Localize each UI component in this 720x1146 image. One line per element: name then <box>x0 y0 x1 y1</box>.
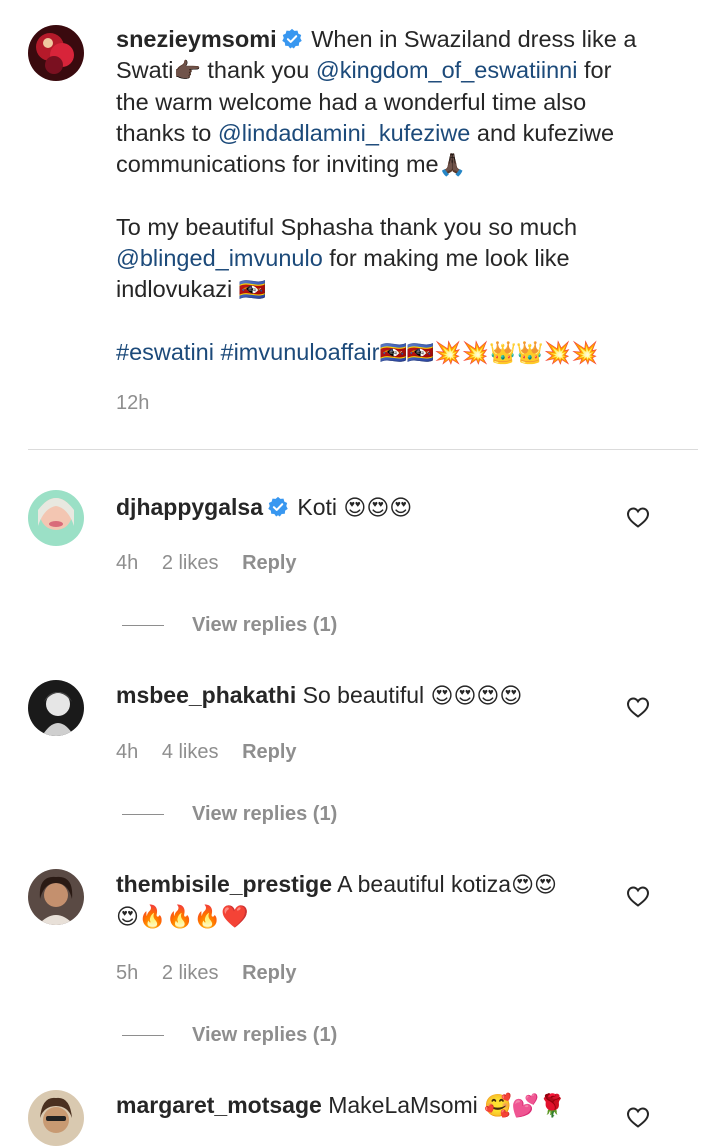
comment-likes[interactable]: 2 likes <box>162 962 219 984</box>
commenter-avatar[interactable] <box>28 680 84 736</box>
caption-text: for <box>577 57 612 83</box>
commenter-username[interactable]: thembisile_prestige <box>116 871 332 897</box>
reply-button[interactable]: Reply <box>242 962 296 984</box>
comment-text: margaret_motsage MakeLaMsomi 🥰💕🌹 <box>116 1090 596 1122</box>
emoji-text: 😍😍😍😍 <box>430 684 523 709</box>
comment-line: djhappygalsa Koti 😍😍😍 <box>116 492 596 524</box>
comment-text: djhappygalsa Koti 😍😍😍 <box>116 492 596 524</box>
comment-body-text: Koti <box>297 494 344 520</box>
emoji-text: 😍😍😍 <box>343 496 413 521</box>
view-replies-label: View replies (1) <box>192 803 338 825</box>
comment-body-text: A beautiful kotiza <box>337 871 512 897</box>
reply-button[interactable]: Reply <box>242 552 296 574</box>
caption-text: thank you <box>200 57 316 83</box>
post-caption: snezieymsomi When in Swaziland dress lik… <box>116 24 686 369</box>
post-timestamp: 12h <box>116 392 150 414</box>
like-heart-icon[interactable] <box>626 696 650 718</box>
emoji-text: 🙏🏿 <box>438 153 467 178</box>
caption-line: snezieymsomi When in Swaziland dress lik… <box>116 24 686 55</box>
emoji-text: 🇸🇿🇸🇿💥💥👑👑💥💥 <box>379 341 599 366</box>
emoji-text: 😍😍 <box>511 873 557 898</box>
caption-text: To my beautiful Sphasha thank you so muc… <box>116 214 578 240</box>
comment-time: 4h <box>116 741 139 763</box>
like-heart-icon[interactable] <box>626 506 650 528</box>
caption-line: thanks to @lindadlamini_kufeziwe and kuf… <box>116 118 686 149</box>
comment-likes[interactable]: 2 likes <box>162 552 219 574</box>
mention-link[interactable]: @blinged_imvunulo <box>116 245 323 271</box>
reply-button[interactable]: Reply <box>242 741 296 763</box>
caption-hashtags: #eswatini #imvunuloaffair🇸🇿🇸🇿💥💥👑👑💥💥 <box>116 337 686 369</box>
like-heart-icon[interactable] <box>626 1106 650 1128</box>
post-author-avatar[interactable] <box>28 25 84 81</box>
view-replies-button[interactable]: View replies (1) <box>122 803 337 826</box>
caption-text: and kufeziwe <box>470 120 615 146</box>
view-replies-label: View replies (1) <box>192 614 338 636</box>
comment-line: 😍🔥🔥🔥❤️ <box>116 901 596 933</box>
post-username[interactable]: snezieymsomi <box>116 26 277 52</box>
commenter-username[interactable]: djhappygalsa <box>116 494 263 520</box>
caption-text: thanks to <box>116 120 218 146</box>
emoji-text: 🥰💕🌹 <box>484 1094 567 1119</box>
view-replies-button[interactable]: View replies (1) <box>122 1024 337 1047</box>
caption-text: indlovukazi <box>116 276 239 302</box>
comment-meta: 4h 2 likes Reply <box>116 552 315 575</box>
emoji-text: 🇸🇿 <box>238 278 267 303</box>
hashtag-link[interactable]: #eswatini <box>116 339 214 365</box>
commenter-avatar[interactable] <box>28 490 84 546</box>
view-replies-button[interactable]: View replies (1) <box>122 614 337 637</box>
comment-text: msbee_phakathi So beautiful 😍😍😍😍 <box>116 680 596 712</box>
caption-line: communications for inviting me🙏🏿 <box>116 149 686 181</box>
caption-line: Swati👉🏿 thank you @kingdom_of_eswatiinni… <box>116 55 686 87</box>
view-replies-label: View replies (1) <box>192 1024 338 1046</box>
mention-link[interactable]: @lindadlamini_kufeziwe <box>218 120 470 146</box>
caption-text: communications for inviting me <box>116 151 439 177</box>
comment-line: margaret_motsage MakeLaMsomi 🥰💕🌹 <box>116 1090 596 1122</box>
hashtag-link[interactable]: #imvunuloaffair <box>221 339 380 365</box>
comment-line: msbee_phakathi So beautiful 😍😍😍😍 <box>116 680 596 712</box>
comment-time: 4h <box>116 552 139 574</box>
emoji-text: 👉🏿 <box>173 59 201 84</box>
comment-meta: 5h 2 likes Reply <box>116 962 315 985</box>
comment-likes[interactable]: 4 likes <box>162 741 219 763</box>
verified-badge-icon <box>281 28 302 49</box>
caption-line: To my beautiful Sphasha thank you so muc… <box>116 212 686 243</box>
commenter-username[interactable]: msbee_phakathi <box>116 682 296 708</box>
comment-body-text: So beautiful <box>302 682 431 708</box>
commenter-username[interactable]: margaret_motsage <box>116 1092 322 1118</box>
view-replies-line <box>122 814 164 816</box>
like-heart-icon[interactable] <box>626 885 650 907</box>
divider <box>28 449 698 450</box>
caption-line: the warm welcome had a wonderful time al… <box>116 87 686 118</box>
commenter-avatar[interactable] <box>28 1090 84 1146</box>
caption-text: Swati <box>116 57 174 83</box>
caption-line: @blinged_imvunulo for making me look lik… <box>116 243 686 274</box>
caption-text: the warm welcome had a wonderful time al… <box>116 89 587 115</box>
caption-line: indlovukazi 🇸🇿 <box>116 274 686 306</box>
comment-body-text: MakeLaMsomi <box>328 1092 485 1118</box>
caption-text: When in Swaziland dress like a <box>311 26 637 52</box>
emoji-text: 😍🔥🔥🔥❤️ <box>116 905 249 930</box>
caption-text: for making me look like <box>322 245 570 271</box>
commenter-avatar[interactable] <box>28 869 84 925</box>
comment-time: 5h <box>116 962 139 984</box>
comment-meta: 4h 4 likes Reply <box>116 741 315 764</box>
comment-text: thembisile_prestige A beautiful kotiza😍😍… <box>116 869 596 933</box>
verified-badge-icon <box>268 496 288 517</box>
view-replies-line <box>122 1035 164 1037</box>
mention-link[interactable]: @kingdom_of_eswatiinni <box>316 57 578 83</box>
comment-line: thembisile_prestige A beautiful kotiza😍😍 <box>116 869 596 901</box>
view-replies-line <box>122 625 164 627</box>
